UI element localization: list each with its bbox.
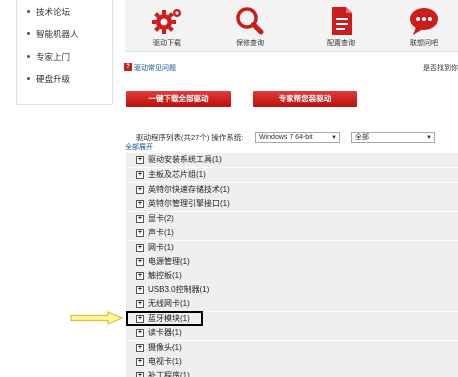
found-question-text: 是否找到你 [423,65,458,72]
chevron-down-icon: ▼ [426,135,432,141]
category-label: 电视卡(1) [148,357,182,366]
expand-all-link[interactable]: 全部展开 [125,143,153,153]
category-row[interactable]: + 读卡器(1) [126,326,458,340]
sidebar-item-robot[interactable]: 智能机器人 [27,28,79,40]
category-row[interactable]: + 英特尔快速存储技术(1) [126,183,458,197]
service-toolbar: 驱动下载 保修查询 配置查询 联想问吧 [125,0,458,52]
category-label: 补丁程序(1) [148,371,190,377]
expand-plus-icon[interactable]: + [136,272,144,280]
sidebar-item-expert-visit[interactable]: 专家上门 [27,51,70,63]
category-label: 摄像头(1) [148,343,182,352]
sidebar: 技术论坛 智能机器人 专家上门 硬盘升级 [16,0,113,105]
category-label: 无线网卡(1) [148,299,190,308]
category-row[interactable]: + 电视卡(1) [126,355,458,369]
expand-plus-icon[interactable]: + [136,171,144,179]
arrow-right-icon [70,311,124,325]
category-row[interactable]: + 主板及芯片组(1) [126,168,458,182]
category-label: 显卡(2) [148,214,174,223]
expand-plus-icon[interactable]: + [136,215,144,223]
expand-plus-icon[interactable]: + [136,358,144,366]
driver-faq-link[interactable]: ? 驱动常见问题 [124,63,176,75]
expand-plus-icon[interactable]: + [136,200,144,208]
filter-select-value: 全部 [355,134,369,141]
faq-label: 驱动常见问题 [134,65,176,72]
category-label: 主板及芯片组(1) [148,170,206,179]
gears-icon [152,9,181,34]
sidebar-item-label: 专家上门 [36,52,71,62]
expand-plus-icon[interactable]: + [136,244,144,252]
category-label: 驱动安装系统工具(1) [148,155,222,164]
category-row[interactable]: + 触控板(1) [126,269,458,283]
toolbar-label: 配置查询 [327,40,355,47]
bullet-icon [27,77,30,81]
warranty-query-button[interactable]: 保修查询 [217,0,283,52]
category-row[interactable]: + 摄像头(1) [126,341,458,355]
sidebar-item-forum[interactable]: 技术论坛 [27,6,70,18]
magnifier-icon [236,7,264,35]
category-row[interactable]: + USB3.0控制器(1) [126,283,458,297]
expand-plus-icon[interactable]: + [136,315,144,323]
os-select[interactable]: Windows 7 64-bit ▼ [255,132,340,143]
sidebar-item-label: 硬盘升级 [36,74,71,84]
sidebar-item-disk-upgrade[interactable]: 硬盘升级 [27,73,70,85]
category-label: 声卡(1) [148,228,174,237]
sidebar-item-label: 技术论坛 [36,7,71,17]
expand-plus-icon[interactable]: + [136,258,144,266]
bullet-icon [27,10,30,14]
expand-plus-icon[interactable]: + [136,286,144,294]
download-all-drivers-button[interactable]: 一键下载全部驱动 [126,91,231,107]
expand-plus-icon[interactable]: + [136,344,144,352]
lenovo-ask-button[interactable]: 联想问吧 [391,0,457,52]
driver-download-button[interactable]: 驱动下载 [134,0,200,52]
category-row[interactable]: + 驱动安装系统工具(1) [126,153,458,167]
category-row[interactable]: + 无线网卡(1) [126,297,458,311]
chevron-down-icon: ▼ [331,135,337,141]
category-label: 网卡(1) [148,243,174,252]
question-icon: ? [124,63,132,72]
category-row[interactable]: + 英特尔管理引擎接口(1) [126,197,458,211]
speech-bubble-icon [410,8,438,35]
toolbar-label: 联想问吧 [410,40,438,47]
expand-plus-icon[interactable]: + [136,229,144,237]
expand-plus-icon[interactable]: + [136,300,144,308]
expand-plus-icon[interactable]: + [136,372,144,377]
document-icon [332,7,352,35]
expand-plus-icon[interactable]: + [136,186,144,194]
category-label: 英特尔管理引擎接口(1) [148,199,230,208]
category-label: 英特尔快速存储技术(1) [148,185,230,194]
filter-select[interactable]: 全部 ▼ [351,132,435,143]
category-label: 蓝牙模块(1) [148,314,190,323]
category-label: 电源管理(1) [148,257,190,266]
bullet-icon [27,55,30,59]
category-label: USB3.0控制器(1) [148,285,210,294]
sidebar-item-label: 智能机器人 [36,29,79,39]
expert-install-button[interactable]: 专家帮您装驱动 [253,91,357,107]
os-select-value: Windows 7 64-bit [259,134,313,141]
bullet-icon [27,32,30,36]
category-row[interactable]: + 声卡(1) [126,226,458,240]
category-row[interactable]: + 电源管理(1) [126,255,458,269]
category-row[interactable]: + 蓝牙模块(1) [126,312,458,326]
config-query-button[interactable]: 配置查询 [308,0,374,52]
toolbar-label: 驱动下载 [153,40,181,47]
expand-plus-icon[interactable]: + [136,329,144,337]
category-row[interactable]: + 补丁程序(1) [126,369,458,377]
category-row[interactable]: + 显卡(2) [126,212,458,226]
category-label: 触控板(1) [148,271,182,280]
toolbar-label: 保修查询 [236,40,264,47]
category-row[interactable]: + 网卡(1) [126,241,458,255]
expand-plus-icon[interactable]: + [136,156,144,164]
category-label: 读卡器(1) [148,328,182,337]
